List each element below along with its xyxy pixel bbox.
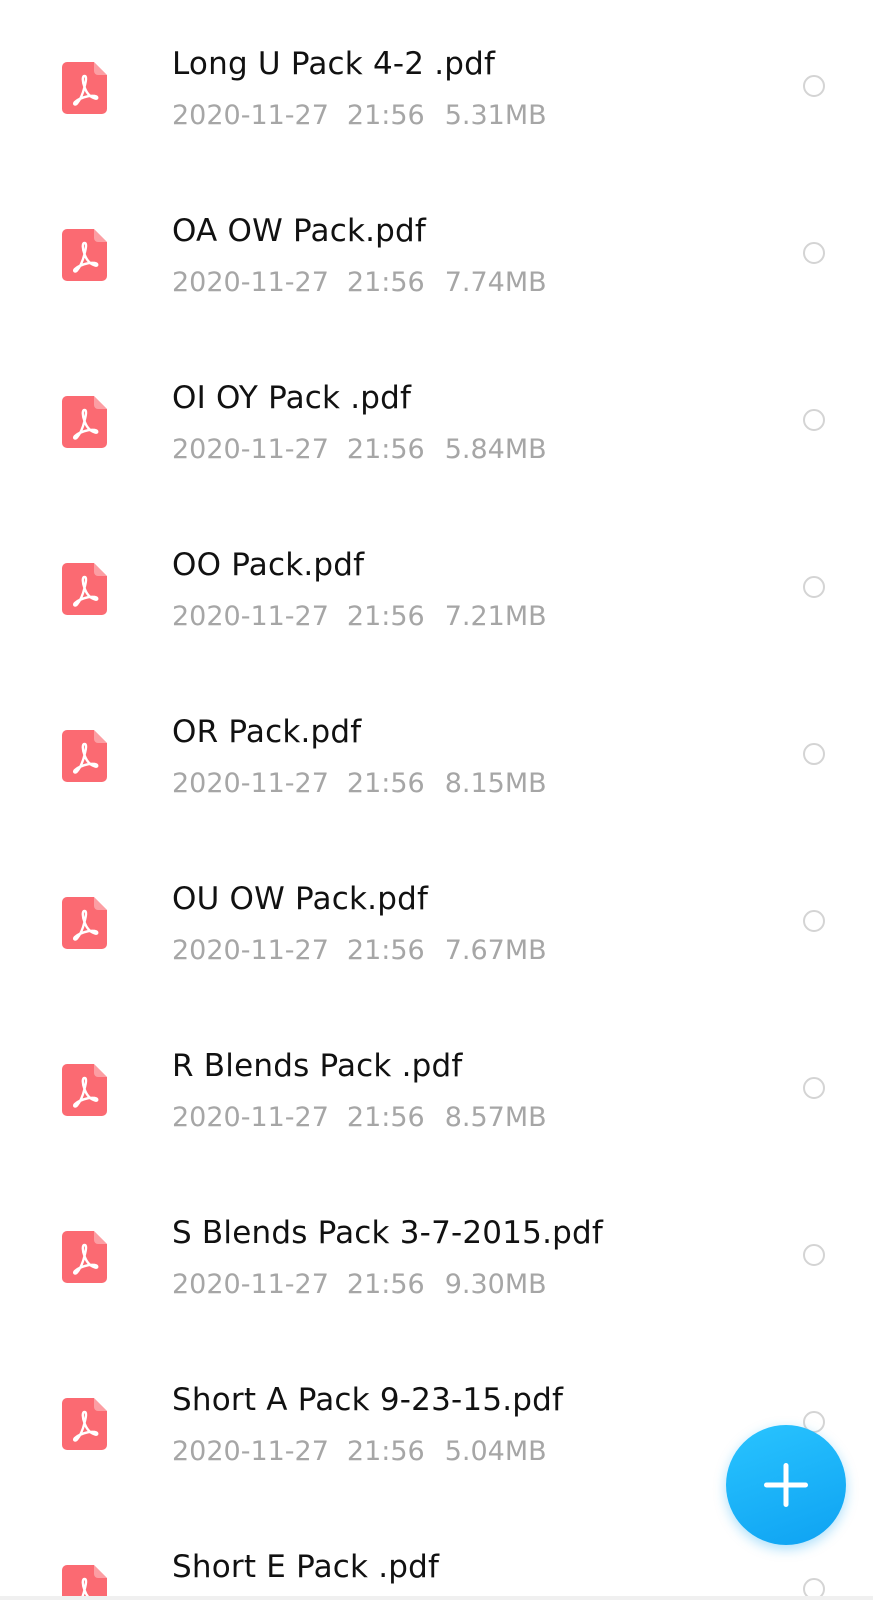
file-name: OR Pack.pdf <box>172 714 362 750</box>
file-meta: 2020-11-27 21:56 7.74MB <box>172 266 547 300</box>
file-time: 21:56 <box>346 267 425 298</box>
file-name: S Blends Pack 3-7-2015.pdf <box>172 1215 603 1251</box>
bottom-divider <box>0 1596 873 1600</box>
file-meta: 2020-11-27 21:56 8.15MB <box>172 767 547 801</box>
file-date: 2020-11-27 <box>172 1102 329 1133</box>
file-name: OA OW Pack.pdf <box>172 213 427 249</box>
file-time: 21:56 <box>346 1436 425 1467</box>
file-time: 21:56 <box>346 935 425 966</box>
file-name: Short E Pack .pdf <box>172 1549 440 1585</box>
radio-unchecked-icon[interactable] <box>803 910 825 932</box>
file-row[interactable]: S Blends Pack 3-7-2015.pdf 2020-11-27 21:… <box>0 1169 873 1336</box>
file-time: 21:56 <box>346 100 425 131</box>
file-name: Short A Pack 9-23-15.pdf <box>172 1382 564 1418</box>
file-date: 2020-11-27 <box>172 1436 329 1467</box>
pdf-file-icon <box>62 229 107 281</box>
file-meta: 2020-11-27 21:56 9.30MB <box>172 1268 547 1302</box>
pdf-file-icon <box>62 897 107 949</box>
file-time: 21:56 <box>346 768 425 799</box>
pdf-file-icon <box>62 1565 107 1600</box>
file-row[interactable]: OA OW Pack.pdf 2020-11-27 21:56 7.74MB <box>0 167 873 334</box>
file-row[interactable]: OO Pack.pdf 2020-11-27 21:56 7.21MB <box>0 501 873 668</box>
radio-unchecked-icon[interactable] <box>803 242 825 264</box>
radio-unchecked-icon[interactable] <box>803 1077 825 1099</box>
file-meta: 2020-11-27 21:56 8.57MB <box>172 1101 547 1135</box>
file-date: 2020-11-27 <box>172 434 329 465</box>
pdf-file-icon <box>62 730 107 782</box>
file-name: OI OY Pack .pdf <box>172 380 412 416</box>
file-meta: 2020-11-27 21:56 5.31MB <box>172 99 547 133</box>
file-name: OO Pack.pdf <box>172 547 365 583</box>
radio-unchecked-icon[interactable] <box>803 1244 825 1266</box>
file-date: 2020-11-27 <box>172 1269 329 1300</box>
file-size: 8.57MB <box>444 1102 547 1133</box>
file-row[interactable]: OI OY Pack .pdf 2020-11-27 21:56 5.84MB <box>0 334 873 501</box>
file-time: 21:56 <box>346 1102 425 1133</box>
file-size: 9.30MB <box>444 1269 547 1300</box>
file-time: 21:56 <box>346 434 425 465</box>
file-size: 5.04MB <box>444 1436 547 1467</box>
pdf-file-icon <box>62 1064 107 1116</box>
radio-unchecked-icon[interactable] <box>803 576 825 598</box>
file-meta: 2020-11-27 21:56 5.84MB <box>172 433 547 467</box>
file-time: 21:56 <box>346 601 425 632</box>
file-date: 2020-11-27 <box>172 100 329 131</box>
file-size: 8.15MB <box>444 768 547 799</box>
radio-unchecked-icon[interactable] <box>803 743 825 765</box>
file-list-screen: Long U Pack 4-2 .pdf 2020-11-27 21:56 5.31… <box>0 0 873 1600</box>
file-row[interactable]: R Blends Pack .pdf 2020-11-27 21:56 8.57MB <box>0 1002 873 1169</box>
pdf-file-icon <box>62 62 107 114</box>
file-name: OU OW Pack.pdf <box>172 881 429 917</box>
file-date: 2020-11-27 <box>172 267 329 298</box>
file-size: 7.67MB <box>444 935 547 966</box>
file-name: Long U Pack 4-2 .pdf <box>172 46 496 82</box>
file-row[interactable]: Long U Pack 4-2 .pdf 2020-11-27 21:56 5.31… <box>0 0 873 167</box>
radio-unchecked-icon[interactable] <box>803 409 825 431</box>
file-date: 2020-11-27 <box>172 768 329 799</box>
file-size: 5.84MB <box>444 434 547 465</box>
file-time: 21:56 <box>346 1269 425 1300</box>
file-meta: 2020-11-27 21:56 7.67MB <box>172 934 547 968</box>
add-button[interactable] <box>726 1425 846 1545</box>
radio-unchecked-icon[interactable] <box>803 75 825 97</box>
file-meta: 2020-11-27 21:56 5.04MB <box>172 1435 547 1469</box>
file-date: 2020-11-27 <box>172 601 329 632</box>
file-meta: 2020-11-27 21:56 7.21MB <box>172 600 547 634</box>
file-date: 2020-11-27 <box>172 935 329 966</box>
plus-icon <box>764 1463 808 1507</box>
file-size: 7.21MB <box>444 601 547 632</box>
file-name: R Blends Pack .pdf <box>172 1048 463 1084</box>
file-list: Long U Pack 4-2 .pdf 2020-11-27 21:56 5.31… <box>0 0 873 1600</box>
pdf-file-icon <box>62 396 107 448</box>
pdf-file-icon <box>62 563 107 615</box>
file-size: 5.31MB <box>444 100 547 131</box>
pdf-file-icon <box>62 1398 107 1450</box>
file-size: 7.74MB <box>444 267 547 298</box>
pdf-file-icon <box>62 1231 107 1283</box>
file-row[interactable]: OR Pack.pdf 2020-11-27 21:56 8.15MB <box>0 668 873 835</box>
file-row[interactable]: OU OW Pack.pdf 2020-11-27 21:56 7.67MB <box>0 835 873 1002</box>
